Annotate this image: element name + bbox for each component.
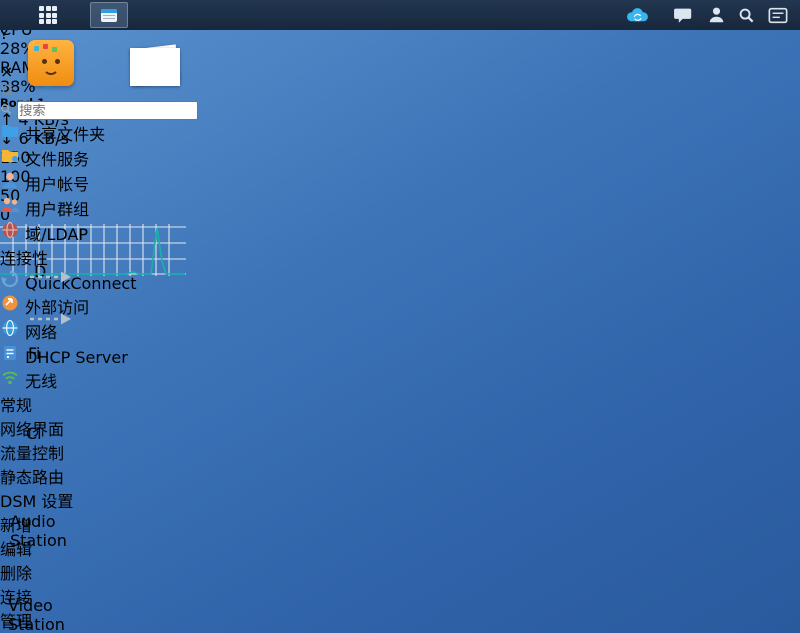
taskbar-app-control-panel[interactable] (90, 2, 128, 28)
add-button[interactable]: 新增 (0, 512, 302, 536)
icon-eye (42, 59, 47, 64)
sidebar-item-wireless[interactable]: 无线 (0, 367, 302, 392)
taskbar (0, 0, 800, 30)
package-center-icon[interactable] (28, 40, 74, 86)
delete-button[interactable]: 删除 (0, 560, 302, 584)
cloud-sync-button[interactable] (620, 2, 654, 28)
sidebar-list: 共享文件夹 文件服务 用户帐号 用户群组 域/LDAP (0, 120, 302, 392)
user-account-icon (0, 170, 20, 190)
main-menu-button[interactable] (28, 2, 68, 28)
search-icon (0, 103, 12, 115)
control-panel-sidebar: 共享文件夹 文件服务 用户帐号 用户群组 域/LDAP (0, 81, 302, 392)
sidebar-item-file-services[interactable]: 文件服务 (0, 145, 302, 170)
desktop: ♪ Audio Station Video Station D Fi Cl CP… (0, 0, 800, 633)
user-menu-button[interactable] (702, 2, 730, 28)
file-services-icon (0, 145, 20, 165)
user-icon (708, 6, 725, 24)
sidebar-item-domain-ldap[interactable]: 域/LDAP (0, 220, 302, 245)
search-button[interactable] (732, 2, 760, 28)
chat-icon (674, 6, 693, 24)
cloud-icon (623, 5, 651, 25)
tab-network-interface[interactable]: 网络界面 (0, 416, 302, 440)
network-icon (0, 318, 20, 338)
photos-icon[interactable] (130, 46, 180, 86)
sidebar-item-user[interactable]: 用户帐号 (0, 170, 302, 195)
search-input[interactable] (17, 101, 198, 120)
toolbar: 新增 编辑 删除 连接 管理 (0, 512, 302, 632)
external-access-icon (0, 293, 20, 313)
domain-icon (0, 220, 20, 240)
sidebar-search (0, 100, 302, 120)
pppoe-disconnected-icon (28, 268, 74, 286)
manage-button[interactable]: 管理 (0, 608, 302, 632)
home-icon (0, 83, 14, 96)
show-widgets-button[interactable] (762, 2, 794, 28)
widgets-icon (768, 7, 788, 24)
control-panel-main: 常规 网络界面 流量控制 静态路由 DSM 设置 新增 编辑 删除 连接 管理 … (0, 392, 302, 633)
network-tabs: 常规 网络界面 流量控制 静态路由 DSM 设置 (0, 392, 302, 512)
wifi-icon (0, 367, 20, 387)
icon-eye (55, 59, 60, 64)
sidebar-item-shared-folder[interactable]: 共享文件夹 (0, 120, 302, 145)
beach-photo (133, 51, 177, 83)
sidebar-item-dhcp-server[interactable]: DHCP Server (0, 343, 302, 367)
tab-general[interactable]: 常规 (0, 392, 302, 416)
user-group-icon (0, 195, 20, 215)
apps-grid-icon (39, 6, 57, 24)
control-panel-window: 控制面板 ? – × 共享文件夹 (0, 0, 302, 633)
search-icon (738, 7, 755, 24)
control-panel-task-icon (101, 9, 117, 22)
sidebar-section-connectivity: 连接性 (0, 245, 302, 269)
edit-button[interactable]: 编辑 (0, 536, 302, 560)
tab-dsm-settings[interactable]: DSM 设置 (0, 488, 302, 512)
dhcp-server-icon (0, 343, 20, 363)
quickconnect-icon (0, 269, 20, 289)
chat-button[interactable] (668, 2, 698, 28)
tab-static-route[interactable]: 静态路由 (0, 464, 302, 488)
connect-button: 连接 (0, 584, 302, 608)
ipv6-tunnel-disconnected-icon (28, 310, 74, 328)
sidebar-item-group[interactable]: 用户群组 (0, 195, 302, 220)
icon-smile (43, 66, 59, 75)
shared-folder-icon (0, 120, 20, 140)
tab-traffic-control[interactable]: 流量控制 (0, 440, 302, 464)
